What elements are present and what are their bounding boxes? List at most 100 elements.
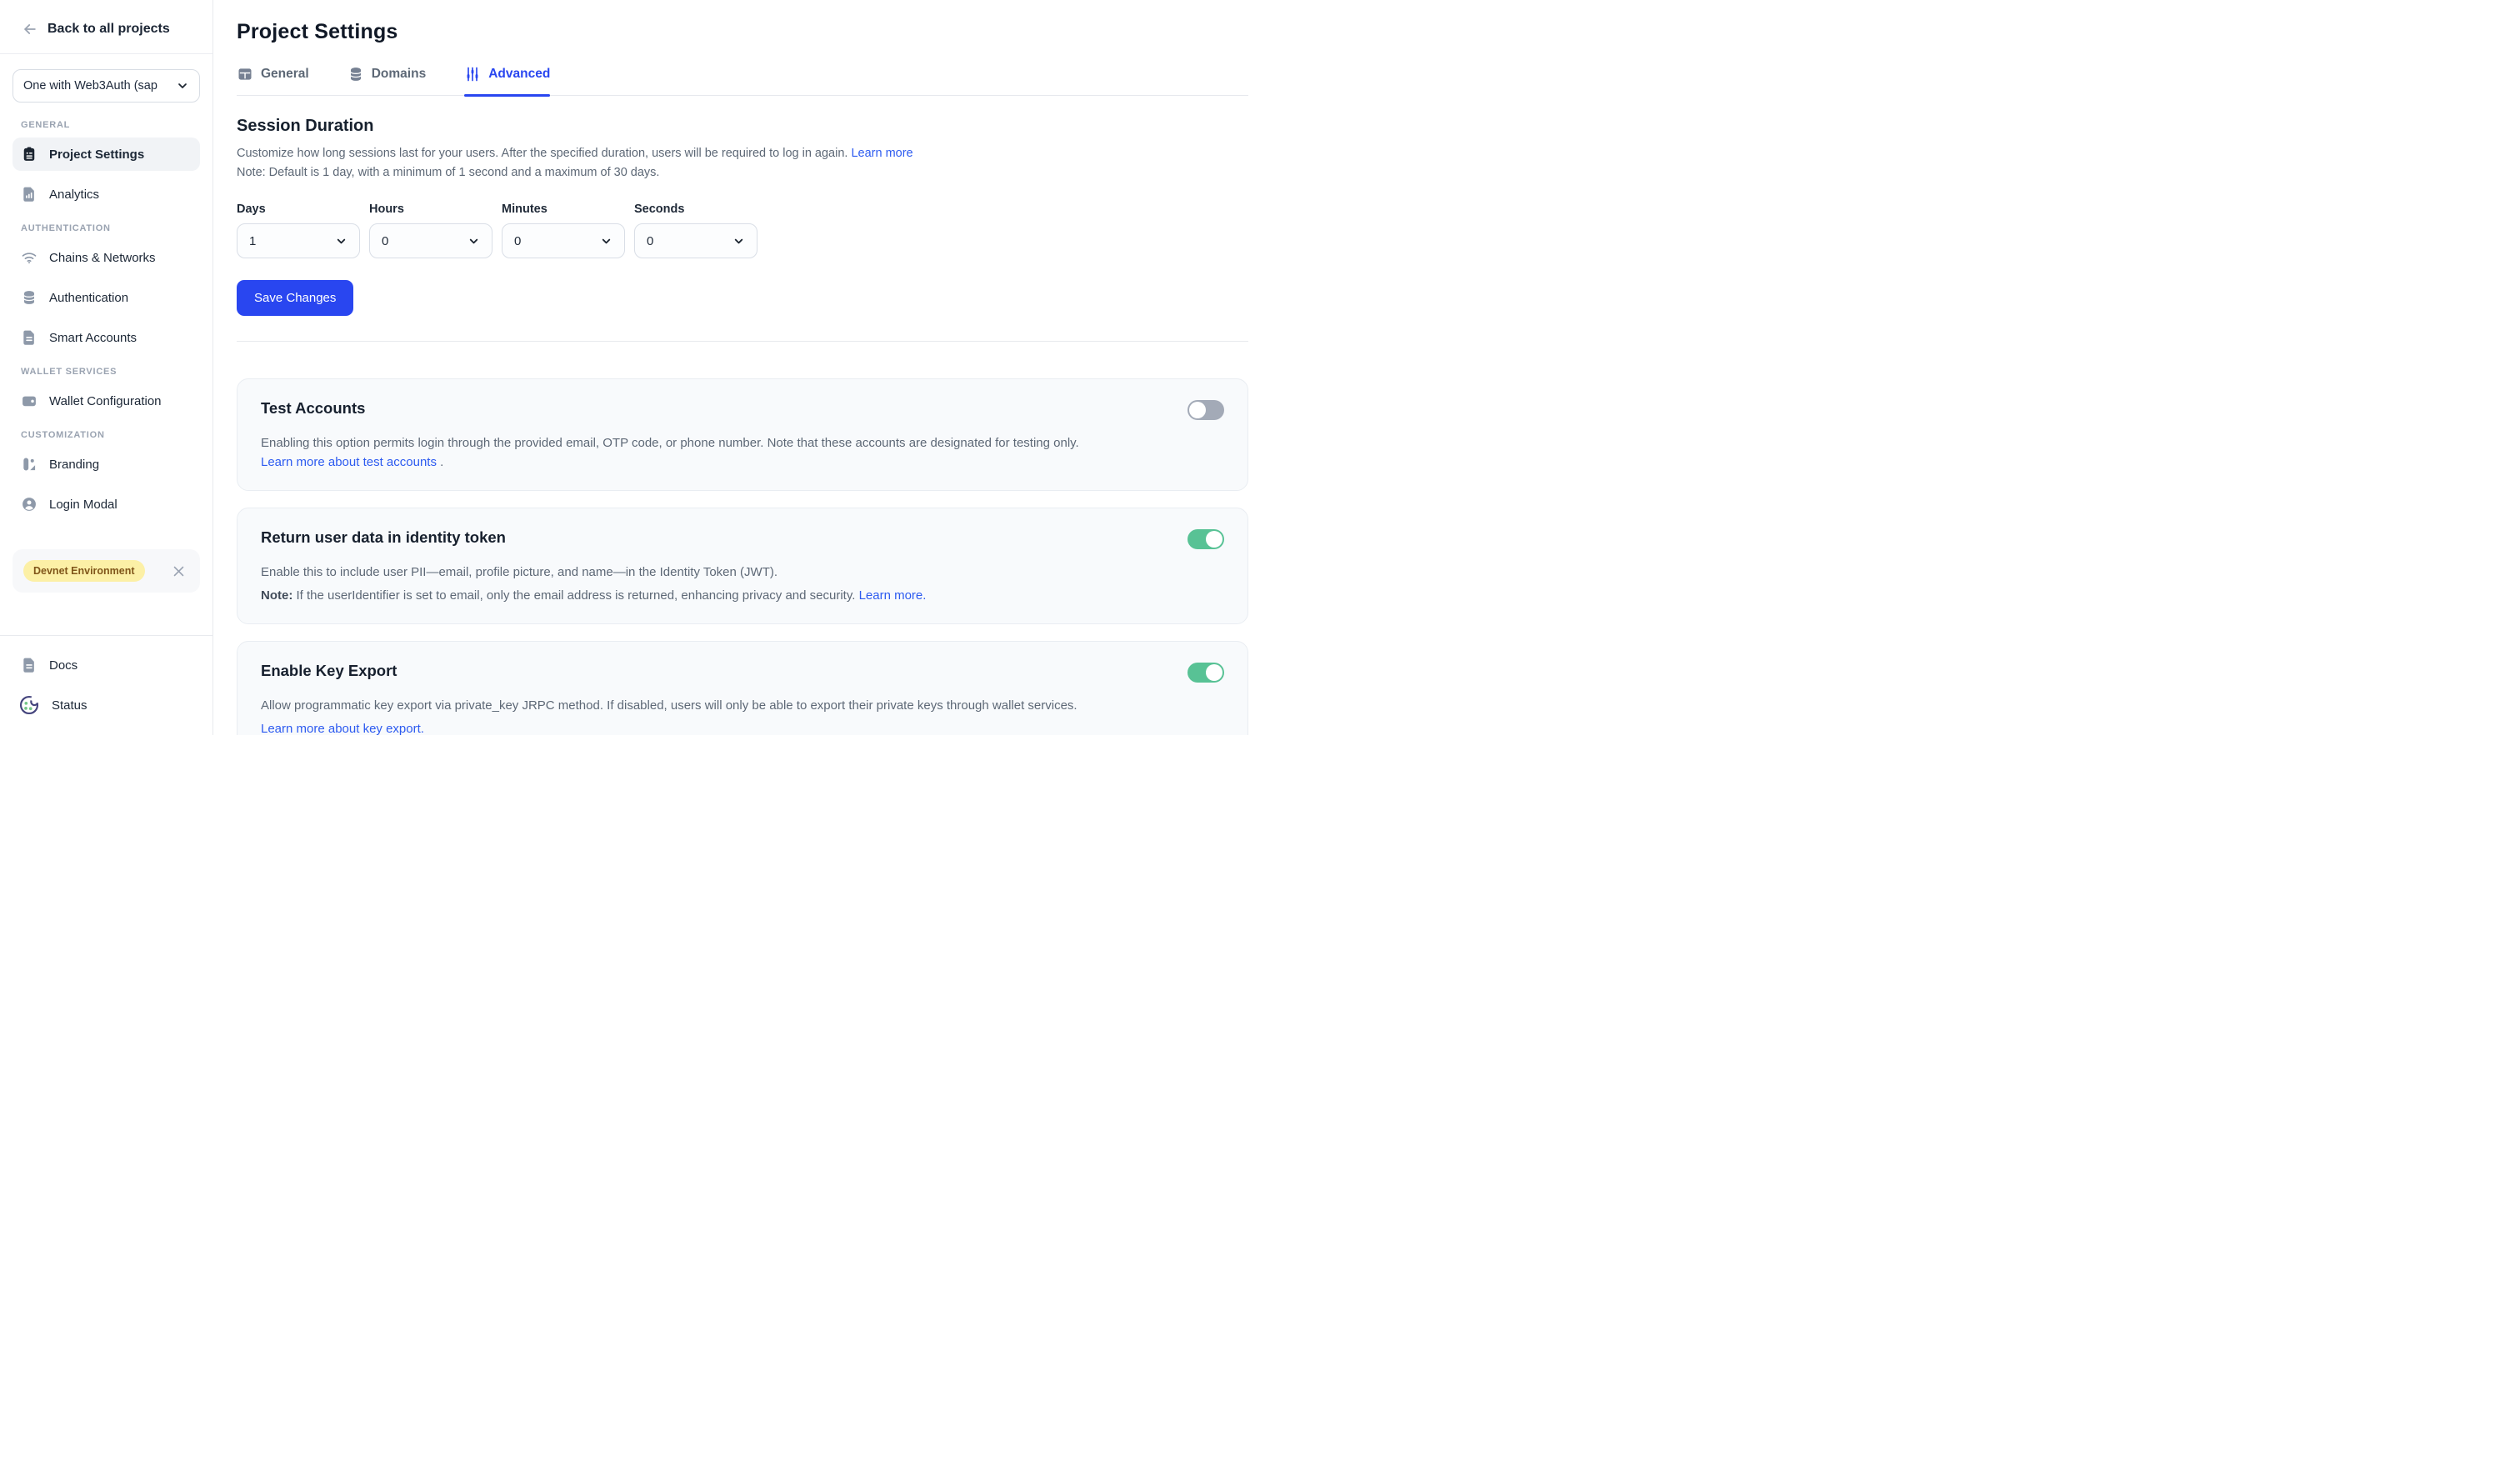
- sidebar-item-smart-accounts[interactable]: Smart Accounts: [12, 321, 200, 354]
- sidebar-item-branding[interactable]: Branding: [12, 448, 200, 481]
- hours-select[interactable]: 0: [369, 223, 492, 258]
- chevron-down-icon: [176, 79, 189, 93]
- card-title: Return user data in identity token: [261, 528, 1224, 547]
- tab-advanced[interactable]: Advanced: [464, 66, 550, 95]
- description-text: Enable this to include user PII—email, p…: [261, 563, 1102, 583]
- seconds-field: Seconds 0: [634, 203, 758, 258]
- note-text: If the userIdentifier is set to email, o…: [292, 588, 858, 603]
- duration-fields: Days 1 Hours 0 Minutes 0 Seconds 0: [237, 203, 1248, 258]
- back-label: Back to all projects: [48, 22, 170, 37]
- learn-more-test-accounts-link[interactable]: Learn more about test accounts: [261, 455, 437, 469]
- wifi-icon: [21, 249, 38, 266]
- sidebar-item-label: Docs: [49, 658, 78, 673]
- key-export-card: Enable Key Export Allow programmatic key…: [237, 641, 1248, 735]
- sidebar-item-project-settings[interactable]: Project Settings: [12, 138, 200, 171]
- chevron-down-icon: [468, 235, 480, 248]
- main-content: Project Settings General Domains Advance…: [213, 0, 1260, 735]
- nav-section-customization: CUSTOMIZATION: [21, 430, 200, 440]
- nav-section-authentication: AUTHENTICATION: [21, 223, 200, 233]
- chevron-down-icon: [732, 235, 745, 248]
- document-icon: [21, 329, 38, 346]
- identity-token-toggle[interactable]: [1188, 529, 1224, 549]
- minutes-select[interactable]: 0: [502, 223, 625, 258]
- sidebar-item-login-modal[interactable]: Login Modal: [12, 488, 200, 521]
- divider: [237, 341, 1248, 342]
- sidebar-item-status[interactable]: Status: [12, 688, 200, 722]
- chevron-down-icon: [600, 235, 612, 248]
- wallet-icon: [21, 393, 38, 409]
- close-icon[interactable]: [172, 564, 186, 578]
- sidebar-item-label: Smart Accounts: [49, 331, 137, 345]
- learn-more-link[interactable]: Learn more: [851, 147, 912, 160]
- days-field: Days 1: [237, 203, 360, 258]
- sidebar-item-authentication[interactable]: Authentication: [12, 281, 200, 314]
- tab-label: Advanced: [488, 67, 550, 82]
- project-selector[interactable]: One with Web3Auth (sap: [12, 69, 200, 103]
- save-changes-button[interactable]: Save Changes: [237, 280, 353, 316]
- minutes-field: Minutes 0: [502, 203, 625, 258]
- tab-domains[interactable]: Domains: [348, 66, 426, 95]
- identity-token-card: Return user data in identity token Enabl…: [237, 508, 1248, 624]
- card-description: Enable this to include user PII—email, p…: [261, 563, 1102, 605]
- docs-icon: [21, 657, 38, 673]
- sidebar-item-label: Project Settings: [49, 148, 144, 162]
- tab-label: General: [261, 67, 309, 82]
- minutes-value: 0: [514, 234, 521, 248]
- settings-cards: Test Accounts Enabling this option permi…: [237, 378, 1248, 735]
- back-to-projects-link[interactable]: Back to all projects: [0, 0, 212, 53]
- description-text: Customize how long sessions last for you…: [237, 147, 848, 160]
- analytics-icon: [21, 186, 38, 203]
- session-duration-note: Note: Default is 1 day, with a minimum o…: [237, 163, 1248, 183]
- tab-label: Domains: [372, 67, 426, 82]
- project-settings-icon: [21, 146, 38, 163]
- environment-card: Devnet Environment: [12, 549, 200, 593]
- sidebar-item-docs[interactable]: Docs: [12, 648, 200, 682]
- days-label: Days: [237, 203, 360, 216]
- sidebar-item-label: Authentication: [49, 291, 128, 305]
- link-suffix: .: [437, 455, 443, 469]
- sidebar-nav: GENERAL Project Settings Analytics AUTHE…: [0, 103, 212, 528]
- page-title: Project Settings: [237, 20, 1248, 44]
- card-title: Test Accounts: [261, 399, 1224, 418]
- divider: [0, 53, 212, 54]
- sidebar-item-label: Chains & Networks: [49, 251, 156, 265]
- seconds-select[interactable]: 0: [634, 223, 758, 258]
- hours-label: Hours: [369, 203, 492, 216]
- tab-bar: General Domains Advanced: [237, 66, 1248, 96]
- key-export-toggle[interactable]: [1188, 663, 1224, 683]
- sliders-icon: [464, 66, 481, 83]
- sidebar-spacer: [0, 593, 212, 635]
- sidebar-item-label: Status: [52, 698, 88, 713]
- minutes-label: Minutes: [502, 203, 625, 216]
- learn-more-link[interactable]: Learn more.: [859, 588, 927, 603]
- user-icon: [21, 496, 38, 513]
- tab-general[interactable]: General: [237, 66, 309, 95]
- hours-field: Hours 0: [369, 203, 492, 258]
- database-icon: [348, 66, 364, 83]
- nav-section-wallet-services: WALLET SERVICES: [21, 367, 200, 377]
- learn-more-key-export-link[interactable]: Learn more about key export.: [261, 722, 424, 735]
- sidebar: Back to all projects One with Web3Auth (…: [0, 0, 213, 735]
- card-description: Enabling this option permits login throu…: [261, 434, 1102, 472]
- description-text: Allow programmatic key export via privat…: [261, 697, 1152, 716]
- test-accounts-toggle[interactable]: [1188, 400, 1224, 420]
- chevron-down-icon: [335, 235, 348, 248]
- nav-section-general: GENERAL: [21, 120, 200, 130]
- table-icon: [237, 66, 253, 83]
- test-accounts-card: Test Accounts Enabling this option permi…: [237, 378, 1248, 491]
- days-select[interactable]: 1: [237, 223, 360, 258]
- sidebar-item-chains-networks[interactable]: Chains & Networks: [12, 241, 200, 274]
- sidebar-item-label: Analytics: [49, 188, 99, 202]
- sidebar-item-analytics[interactable]: Analytics: [12, 178, 200, 211]
- card-title: Enable Key Export: [261, 662, 1224, 680]
- sidebar-item-label: Login Modal: [49, 498, 118, 512]
- sidebar-item-label: Wallet Configuration: [49, 394, 162, 408]
- seconds-value: 0: [647, 234, 653, 248]
- database-icon: [21, 289, 38, 306]
- sidebar-footer: Docs Status: [0, 635, 212, 735]
- description-text: Enabling this option permits login throu…: [261, 436, 1079, 450]
- sidebar-item-wallet-configuration[interactable]: Wallet Configuration: [12, 384, 200, 418]
- cookie-status-icon: [18, 694, 40, 716]
- branding-icon: [21, 456, 38, 473]
- days-value: 1: [249, 234, 256, 248]
